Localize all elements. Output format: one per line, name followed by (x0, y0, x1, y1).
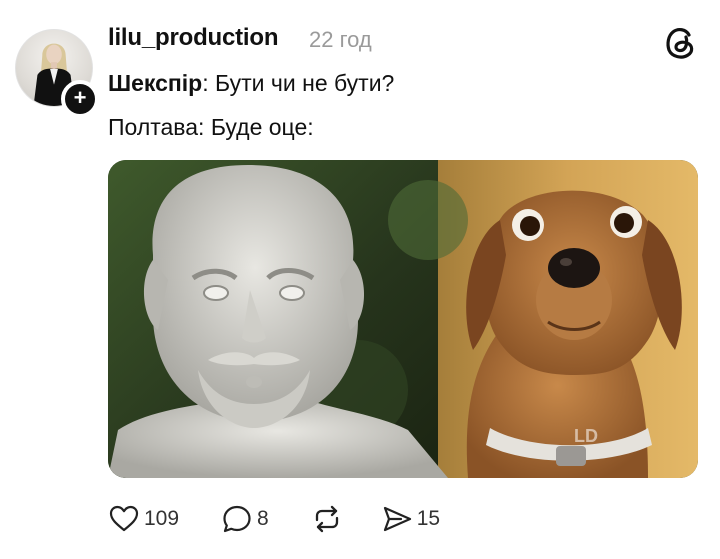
follow-button[interactable]: + (61, 80, 99, 118)
share-button[interactable]: 15 (381, 500, 440, 538)
post-text-line1: Шекспір: Бути чи не бути? (108, 70, 394, 97)
image-watermark: LD (574, 426, 598, 446)
like-button[interactable]: 109 (108, 500, 179, 538)
post-text-rest: : Бути чи не бути? (202, 70, 395, 96)
threads-logo-icon[interactable] (664, 24, 698, 60)
username[interactable]: lilu_production (108, 24, 279, 52)
reply-button[interactable]: 8 (221, 500, 269, 538)
post-text-line2: Полтава: Буде оце: (108, 114, 314, 140)
post-text-bold: Шекспір (108, 70, 203, 96)
heart-icon (109, 505, 139, 532)
send-icon (383, 506, 411, 532)
post-image[interactable]: LD (108, 160, 698, 478)
like-count: 109 (144, 507, 180, 530)
comment-bubble-icon (223, 505, 251, 533)
action-bar: 109 8 15 (108, 500, 440, 538)
repost-button[interactable] (311, 500, 347, 538)
post-timestamp: 22 год (309, 27, 372, 52)
share-count: 15 (416, 507, 441, 530)
reply-count: 8 (257, 507, 269, 530)
repost-icon (315, 505, 338, 533)
